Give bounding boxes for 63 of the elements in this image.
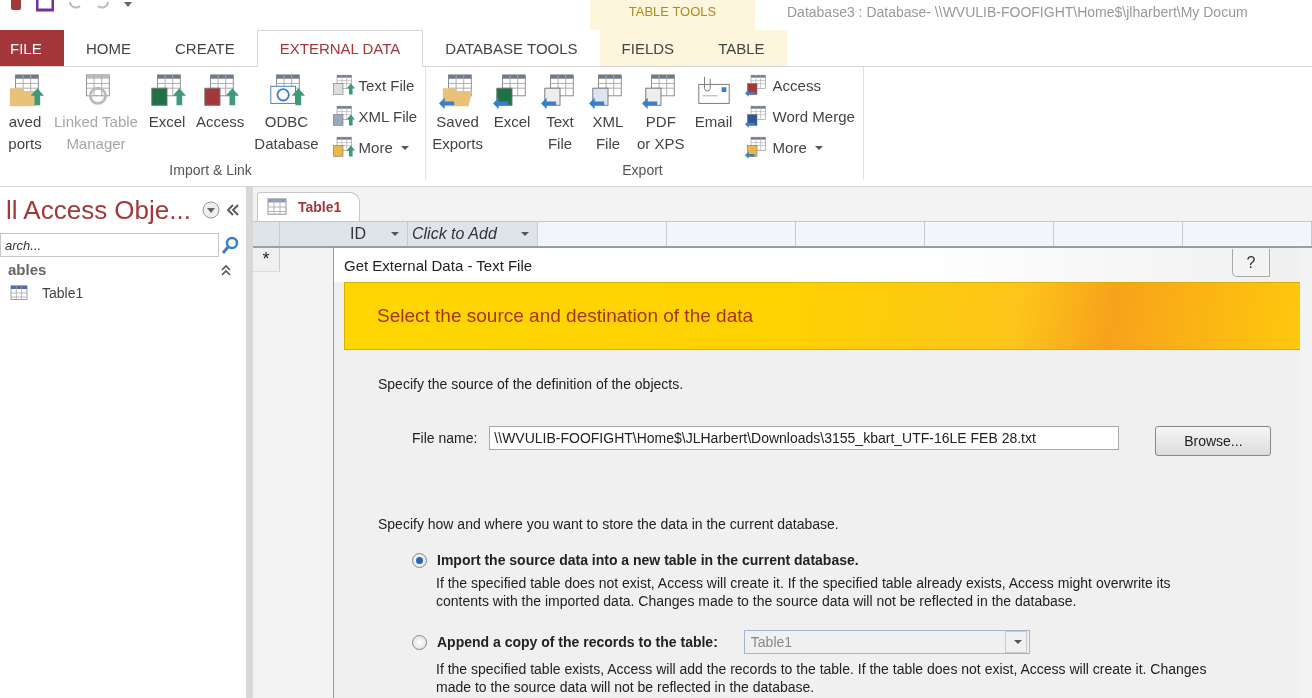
collapse-up-icon[interactable] [220,263,232,276]
group-label: Import & Link [168,162,253,180]
database-icon[interactable] [10,0,22,12]
ribbon-button[interactable]: Text File [539,73,582,162]
ribbon-button[interactable]: XML File [587,73,630,162]
search-icon[interactable] [219,235,241,255]
ribbon-tab[interactable]: FILE [0,30,64,66]
ribbon-tab[interactable]: TABLE [696,30,787,66]
caret-icon [521,232,529,236]
text-table-icon [330,73,355,98]
file-name-field[interactable]: \\WVULIB-FOOFIGHT\Home$\JLHarbert\Downloads\3155_kbart_UTF-16LE FEB 28.txt [489,426,1120,450]
ribbon-tab[interactable]: HOME [64,30,153,66]
banner-heading: Select the source and destination of the data [377,305,754,327]
ribbon-button[interactable]: Access [193,73,247,162]
browse-button[interactable]: Browse... [1155,426,1272,456]
caret-icon [400,145,409,150]
ribbon-button[interactable]: PDF or XPS [635,73,687,162]
ribbon-button[interactable]: Email [692,73,735,162]
new-record-marker: * [253,248,280,272]
collapse-chevrons-icon[interactable] [226,204,240,216]
nav-item[interactable]: Table1 [0,282,246,304]
radio-button[interactable] [412,634,427,650]
ribbon-button[interactable]: Excel [145,73,188,162]
instruction-text: Specify how and where you want to store the data in the current database. [378,516,840,532]
dropdown-circle-icon[interactable] [202,201,220,219]
save-icon[interactable] [36,0,54,12]
table-icon [266,198,288,216]
ribbon-small-button[interactable]: Access [744,73,855,98]
ribbon-small-button[interactable]: XML File [330,104,418,129]
pane-title[interactable]: ll Access Obje... [6,194,196,226]
column-header[interactable]: ID [280,222,408,246]
ribbon-button[interactable]: Saved Exports [430,73,486,162]
help-button[interactable]: ? [1232,249,1270,277]
dropdown-arrow-icon[interactable] [124,2,132,8]
ribbon-small-button[interactable]: Word Merge [744,104,855,129]
field-label: File name: [412,430,478,446]
ribbon-tab[interactable]: FIELDS [599,30,697,66]
option-description: If the specified table does not exist, Access will create it. If the specified table already exists, Access might overwrite its contents with the imported data. Changes made to the source data will not be reflected in the database. [436,574,1172,610]
window-title: Database3 : Database- \\WVULIB-FOOFIGHT\Home$\jlharbert\My Docum [787,4,1248,20]
search-field[interactable]: arch... [0,233,219,257]
ribbon-small-button[interactable]: More [330,135,418,160]
context-tab-header: TABLE TOOLS [590,0,755,30]
dialog-title: Get External Data - Text File [344,256,533,274]
option-description: If the specified table exists, Access will add the records to the table. If the table does not exist, Access will create it. Changes made to the source data will not be reflected in the database. [436,660,1208,696]
ribbon-tab[interactable]: DATABASE TOOLS [423,30,600,66]
option-label[interactable]: Append a copy of the records to the table: [437,634,718,650]
ribbon-small-button[interactable]: Text File [330,73,418,98]
instruction-text: Specify the source of the definition of the objects. [378,376,685,392]
ribbon-button[interactable]: Excel [491,73,534,162]
document-tab[interactable]: Table1 [257,192,361,221]
caret-icon [391,232,399,236]
group-header[interactable]: ables [8,261,47,278]
xml-table-icon [330,104,355,129]
ribbon-button[interactable]: aved ports [4,73,46,162]
ribbon-small-button[interactable]: More [744,135,855,160]
table-icon [10,285,28,301]
radio-button[interactable] [412,552,427,568]
option-label[interactable]: Import the source data into a new table in the current database. [437,552,859,568]
ribbon-tab[interactable]: CREATE [153,30,257,66]
caret-icon [814,145,823,150]
group-label: Export [621,162,664,180]
ribbon-button[interactable]: ODBC Database [252,73,321,162]
ribbon-tab[interactable]: EXTERNAL DATA [256,30,424,67]
